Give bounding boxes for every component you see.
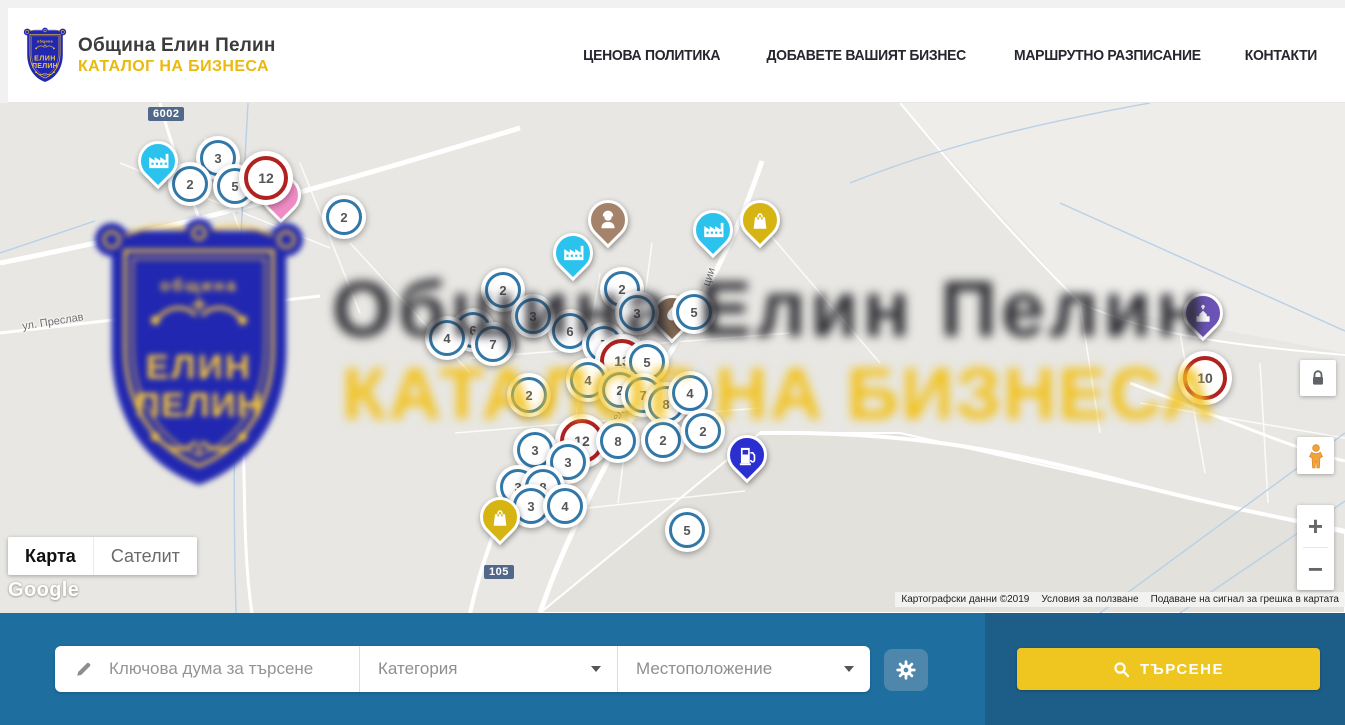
- cluster-count: 5: [690, 305, 697, 320]
- bag-icon: [489, 506, 511, 528]
- cluster-count: 4: [443, 331, 450, 346]
- cluster-marker[interactable]: 4: [425, 316, 469, 360]
- location-select-label: Местоположение: [636, 659, 772, 679]
- search-icon: [1113, 661, 1130, 678]
- cluster-count: 5: [231, 179, 238, 194]
- cluster-marker[interactable]: 12: [239, 151, 293, 205]
- cluster-count: 8: [614, 434, 621, 449]
- cluster-count: 2: [699, 424, 706, 439]
- search-submit-label: ТЪРСЕНЕ: [1140, 661, 1224, 678]
- category-select-label: Категория: [378, 659, 457, 679]
- cluster-marker[interactable]: 5: [672, 290, 716, 334]
- site-subtitle: КАТАЛОГ НА БИЗНЕСА: [78, 58, 276, 76]
- site-title: Община Елин Пелин: [78, 35, 276, 57]
- location-select[interactable]: Местоположение: [617, 646, 870, 692]
- advanced-search-button[interactable]: [884, 649, 928, 691]
- keyword-input[interactable]: [107, 658, 345, 680]
- cluster-count: 4: [561, 499, 568, 514]
- municipality-crest-icon: [22, 27, 68, 84]
- church-icon: [1192, 302, 1214, 324]
- nav-item-add-business[interactable]: ДОБАВЕТЕ ВАШИЯТ БИЗНЕС: [766, 47, 965, 64]
- cluster-count: 3: [527, 499, 534, 514]
- site-header: Община Елин Пелин КАТАЛОГ НА БИЗНЕСА ЦЕН…: [8, 8, 1345, 103]
- lock-icon: [1308, 368, 1328, 388]
- cluster-marker[interactable]: 10: [1178, 351, 1232, 405]
- chevron-down-icon: [591, 666, 601, 672]
- site-title-block: Община Елин Пелин КАТАЛОГ НА БИЗНЕСА: [78, 35, 276, 76]
- bag-icon: [749, 209, 771, 231]
- map-lock-button[interactable]: [1300, 360, 1336, 396]
- cluster-count: 3: [564, 455, 571, 470]
- cluster-marker[interactable]: 3: [511, 294, 555, 338]
- cluster-count: 3: [214, 151, 221, 166]
- search-bar: ТЪРСЕНЕ Категория Местоположение: [0, 613, 1345, 725]
- cluster-count: 2: [525, 388, 532, 403]
- search-fields: Категория Местоположение: [55, 646, 870, 692]
- fuel-icon: [736, 444, 758, 466]
- cluster-marker[interactable]: 2: [641, 418, 685, 462]
- cluster-count: 10: [1197, 370, 1213, 386]
- attribution-terms-link[interactable]: Условия за ползване: [1035, 592, 1144, 607]
- attribution-report-link[interactable]: Подаване на сигнал за грешка в картата: [1145, 592, 1345, 607]
- cluster-count: 4: [686, 386, 693, 401]
- cluster-marker[interactable]: 2: [681, 409, 725, 453]
- cluster-count: 3: [531, 443, 538, 458]
- gear-icon: [895, 659, 917, 681]
- cluster-marker[interactable]: 2: [507, 373, 551, 417]
- zoom-in-button[interactable]: +: [1297, 505, 1334, 547]
- chevron-down-icon: [844, 666, 854, 672]
- pegman-icon: [1303, 443, 1329, 469]
- cluster-marker[interactable]: 7: [471, 322, 515, 366]
- cluster-count: 3: [529, 309, 536, 324]
- cluster-marker[interactable]: 3: [615, 291, 659, 335]
- factory-icon: [562, 242, 584, 264]
- map-type-map-button[interactable]: Карта: [8, 537, 93, 575]
- road-shield-label: 105: [484, 565, 514, 579]
- cluster-count: 12: [258, 170, 274, 186]
- zoom-out-button[interactable]: −: [1297, 548, 1334, 590]
- cluster-count: 2: [186, 177, 193, 192]
- cluster-count: 5: [643, 355, 650, 370]
- cluster-count: 3: [633, 306, 640, 321]
- map-type-satellite-button[interactable]: Сателит: [93, 537, 197, 575]
- factory-icon: [702, 219, 724, 241]
- cluster-count: 7: [489, 337, 496, 352]
- google-logo[interactable]: Google: [8, 579, 79, 602]
- google-map[interactable]: 6002105ул. Преславциибул. „Новосел 32512…: [0, 103, 1345, 613]
- map-zoom-control: + −: [1297, 505, 1334, 590]
- cluster-marker[interactable]: 2: [322, 195, 366, 239]
- road-shield-label: 6002: [148, 107, 184, 121]
- cluster-count: 2: [659, 433, 666, 448]
- cluster-marker[interactable]: 5: [665, 508, 709, 552]
- search-submit-button[interactable]: ТЪРСЕНЕ: [1017, 648, 1320, 690]
- attribution-copyright: Картографски данни ©2019: [895, 592, 1035, 607]
- cluster-count: 5: [683, 523, 690, 538]
- nav-item-pricing[interactable]: ЦЕНОВА ПОЛИТИКА: [583, 47, 720, 64]
- pencil-icon: [75, 660, 93, 678]
- cluster-count: 4: [584, 373, 591, 388]
- map-type-control: Карта Сателит: [8, 537, 197, 575]
- category-select[interactable]: Категория: [359, 646, 617, 692]
- street-view-pegman[interactable]: [1297, 437, 1334, 474]
- main-nav: ЦЕНОВА ПОЛИТИКА ДОБАВЕТЕ ВАШИЯТ БИЗНЕС М…: [578, 47, 1320, 64]
- cluster-count: 6: [566, 324, 573, 339]
- site-logo[interactable]: Община Елин Пелин КАТАЛОГ НА БИЗНЕСА: [22, 27, 276, 84]
- nav-item-route-schedule[interactable]: МАРШРУТНО РАЗПИСАНИЕ: [1014, 47, 1201, 64]
- cluster-marker[interactable]: 8: [596, 419, 640, 463]
- map-attribution: Картографски данни ©2019 Условия за полз…: [895, 592, 1345, 607]
- cluster-count: 2: [499, 283, 506, 298]
- keyword-field-wrap: [55, 646, 359, 692]
- factory-icon: [147, 150, 169, 172]
- worker-icon: [597, 209, 619, 231]
- nav-item-contacts[interactable]: КОНТАКТИ: [1245, 47, 1317, 64]
- cluster-marker[interactable]: 4: [543, 484, 587, 528]
- cluster-count: 2: [340, 210, 347, 225]
- search-bar-right-panel: ТЪРСЕНЕ: [985, 613, 1345, 725]
